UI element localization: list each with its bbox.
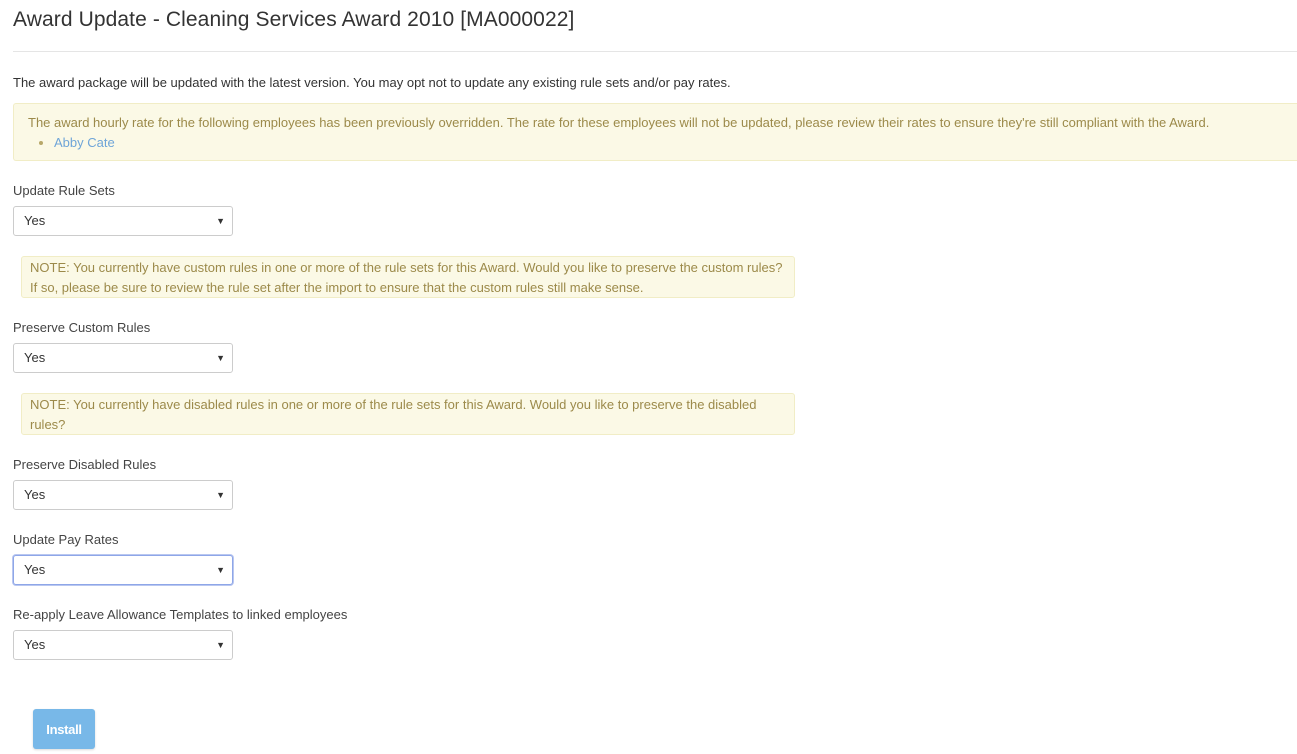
title-divider [13,51,1297,52]
disabled-rules-note: NOTE: You currently have disabled rules … [21,393,795,435]
reapply-leave-templates-select[interactable]: Yes ▼ [13,630,233,660]
update-rule-sets-value: Yes [24,213,46,228]
caret-down-icon: ▼ [216,565,225,575]
preserve-custom-rules-label: Preserve Custom Rules [13,320,151,335]
reapply-leave-templates-value: Yes [24,637,46,652]
preserve-disabled-rules-select[interactable]: Yes ▼ [13,480,233,510]
intro-text: The award package will be updated with t… [13,75,731,90]
update-pay-rates-value: Yes [24,562,46,577]
preserve-disabled-rules-value: Yes [24,487,46,502]
award-update-page: Award Update - Cleaning Services Award 2… [0,0,1297,754]
install-button[interactable]: Install [33,709,95,749]
caret-down-icon: ▼ [216,640,225,650]
caret-down-icon: ▼ [216,353,225,363]
page-title: Award Update - Cleaning Services Award 2… [13,8,575,31]
custom-rules-note: NOTE: You currently have custom rules in… [21,256,795,298]
caret-down-icon: ▼ [216,490,225,500]
reapply-leave-templates-label: Re-apply Leave Allowance Templates to li… [13,607,348,622]
preserve-disabled-rules-label: Preserve Disabled Rules [13,457,157,472]
override-warning-alert: The award hourly rate for the following … [13,103,1297,161]
preserve-custom-rules-value: Yes [24,350,46,365]
override-warning-message: The award hourly rate for the following … [28,115,1210,130]
update-pay-rates-select[interactable]: Yes ▼ [13,555,233,585]
update-pay-rates-label: Update Pay Rates [13,532,119,547]
update-rule-sets-select[interactable]: Yes ▼ [13,206,233,236]
employee-link[interactable]: Abby Cate [54,135,115,150]
overridden-employee-list: Abby Cate [28,133,1297,153]
update-rule-sets-label: Update Rule Sets [13,183,115,198]
preserve-custom-rules-select[interactable]: Yes ▼ [13,343,233,373]
caret-down-icon: ▼ [216,216,225,226]
list-item: Abby Cate [54,133,1297,153]
